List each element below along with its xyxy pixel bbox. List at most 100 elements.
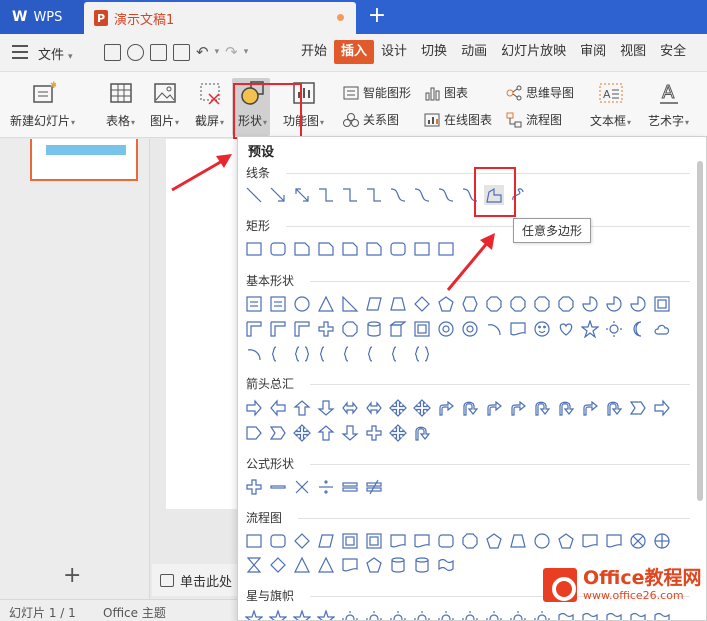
octa-shape-icon[interactable] xyxy=(532,294,552,314)
rarrow-shape-icon[interactable] xyxy=(652,398,672,418)
uturn-shape-icon[interactable] xyxy=(460,398,480,418)
rect-shape-icon[interactable] xyxy=(412,239,432,259)
dropdown-scrollbar[interactable] xyxy=(697,161,703,501)
more-icon[interactable]: ▾ xyxy=(244,44,249,61)
trap-shape-icon[interactable] xyxy=(508,531,528,551)
tri-shape-icon[interactable] xyxy=(316,294,336,314)
arrowline-shape-icon[interactable] xyxy=(268,185,288,205)
penta-shape-icon[interactable] xyxy=(436,294,456,314)
curve-shape-icon[interactable] xyxy=(436,185,456,205)
pie-shape-icon[interactable] xyxy=(628,294,648,314)
uturn-shape-icon[interactable] xyxy=(532,398,552,418)
plus-shape-icon[interactable] xyxy=(316,319,336,339)
can-shape-icon[interactable] xyxy=(364,319,384,339)
mult-shape-icon[interactable] xyxy=(292,477,312,497)
frame-shape-icon[interactable] xyxy=(412,319,432,339)
octa-shape-icon[interactable] xyxy=(484,294,504,314)
div-shape-icon[interactable] xyxy=(316,477,336,497)
para-shape-icon[interactable] xyxy=(316,531,336,551)
snip-shape-icon[interactable] xyxy=(364,239,384,259)
undo-dropdown-icon[interactable]: ▾ xyxy=(215,44,220,61)
sum-shape-icon[interactable] xyxy=(628,531,648,551)
frame-shape-icon[interactable] xyxy=(340,531,360,551)
uturn-shape-icon[interactable] xyxy=(604,398,624,418)
star-shape-icon[interactable] xyxy=(244,609,264,620)
donut-shape-icon[interactable] xyxy=(460,319,480,339)
format-painter-icon[interactable] xyxy=(127,44,144,61)
octa-shape-icon[interactable] xyxy=(340,319,360,339)
tri-shape-icon[interactable] xyxy=(292,555,312,575)
tab-transition[interactable]: 切换 xyxy=(414,40,454,64)
tab-insert[interactable]: 插入 xyxy=(334,40,375,64)
diamond-shape-icon[interactable] xyxy=(292,531,312,551)
relation-chart-button[interactable]: 关系图 xyxy=(343,111,399,128)
hamburger-icon[interactable] xyxy=(12,45,28,59)
bracket-shape-icon[interactable] xyxy=(388,344,408,364)
wave-shape-icon[interactable] xyxy=(556,609,576,620)
smart-graphic-button[interactable]: 智能图形 xyxy=(343,84,411,101)
trap-shape-icon[interactable] xyxy=(388,294,408,314)
neq-shape-icon[interactable] xyxy=(364,477,384,497)
uarrow-shape-icon[interactable] xyxy=(292,398,312,418)
wave-shape-icon[interactable] xyxy=(580,609,600,620)
diamond-shape-icon[interactable] xyxy=(412,294,432,314)
bracket-shape-icon[interactable] xyxy=(340,344,360,364)
doc-shape-icon[interactable] xyxy=(580,531,600,551)
doc-shape-icon[interactable] xyxy=(388,531,408,551)
octa-shape-icon[interactable] xyxy=(508,294,528,314)
online-chart-button[interactable]: 在线图表 xyxy=(424,111,492,128)
flowchart-button[interactable]: 流程图 xyxy=(506,111,562,128)
curve-shape-icon[interactable] xyxy=(388,185,408,205)
dbracket-shape-icon[interactable] xyxy=(292,344,312,364)
mind-map-button[interactable]: 思维导图 xyxy=(506,84,574,101)
sun-shape-icon[interactable] xyxy=(508,609,528,620)
penarrow-shape-icon[interactable] xyxy=(628,398,648,418)
larrow-shape-icon[interactable] xyxy=(268,398,288,418)
can-shape-icon[interactable] xyxy=(412,555,432,575)
frame-shape-icon[interactable] xyxy=(364,531,384,551)
penta-shape-icon[interactable] xyxy=(484,531,504,551)
quad-shape-icon[interactable] xyxy=(412,398,432,418)
minus-shape-icon[interactable] xyxy=(268,477,288,497)
smile-shape-icon[interactable] xyxy=(532,319,552,339)
lrarrow-shape-icon[interactable] xyxy=(364,398,384,418)
sun-shape-icon[interactable] xyxy=(388,609,408,620)
wave-shape-icon[interactable] xyxy=(652,609,672,620)
uturn-shape-icon[interactable] xyxy=(412,423,432,443)
pie-shape-icon[interactable] xyxy=(580,294,600,314)
print-preview-icon[interactable] xyxy=(173,44,190,61)
chart-button[interactable]: 图表 xyxy=(424,84,468,101)
elbow-shape-icon[interactable] xyxy=(364,185,384,205)
slide-thumbnail[interactable] xyxy=(30,139,138,181)
rect-shape-icon[interactable] xyxy=(244,531,264,551)
donut-shape-icon[interactable] xyxy=(436,319,456,339)
picture-button[interactable]: 图片▾ xyxy=(150,80,179,129)
darrow-shape-icon[interactable] xyxy=(316,398,336,418)
wps-home-tab[interactable]: W WPS xyxy=(0,0,84,34)
textbox-button[interactable]: A 文本框▾ xyxy=(590,80,631,129)
rarrow-shape-icon[interactable] xyxy=(244,398,264,418)
frame-shape-icon[interactable] xyxy=(652,294,672,314)
line-shape-icon[interactable] xyxy=(244,185,264,205)
bracket-shape-icon[interactable] xyxy=(364,344,384,364)
darrow-shape-icon[interactable] xyxy=(340,423,360,443)
sun-shape-icon[interactable] xyxy=(604,319,624,339)
diamond-shape-icon[interactable] xyxy=(268,555,288,575)
snip-shape-icon[interactable] xyxy=(340,239,360,259)
wave-shape-icon[interactable] xyxy=(436,555,456,575)
hexa-shape-icon[interactable] xyxy=(460,294,480,314)
rect-shape-icon[interactable] xyxy=(244,239,264,259)
tab-slideshow[interactable]: 幻灯片放映 xyxy=(494,40,573,64)
elbow-shape-icon[interactable] xyxy=(340,185,360,205)
quad-shape-icon[interactable] xyxy=(388,423,408,443)
save-icon[interactable] xyxy=(104,44,121,61)
can-shape-icon[interactable] xyxy=(388,555,408,575)
chevron-shape-icon[interactable] xyxy=(244,423,264,443)
snip-shape-icon[interactable] xyxy=(292,239,312,259)
penta-shape-icon[interactable] xyxy=(556,531,576,551)
sun-shape-icon[interactable] xyxy=(532,609,552,620)
bracket-shape-icon[interactable] xyxy=(316,344,336,364)
tri-shape-icon[interactable] xyxy=(316,555,336,575)
wordart-button[interactable]: A 艺术字▾ xyxy=(648,80,689,129)
doc-shape-icon[interactable] xyxy=(340,555,360,575)
